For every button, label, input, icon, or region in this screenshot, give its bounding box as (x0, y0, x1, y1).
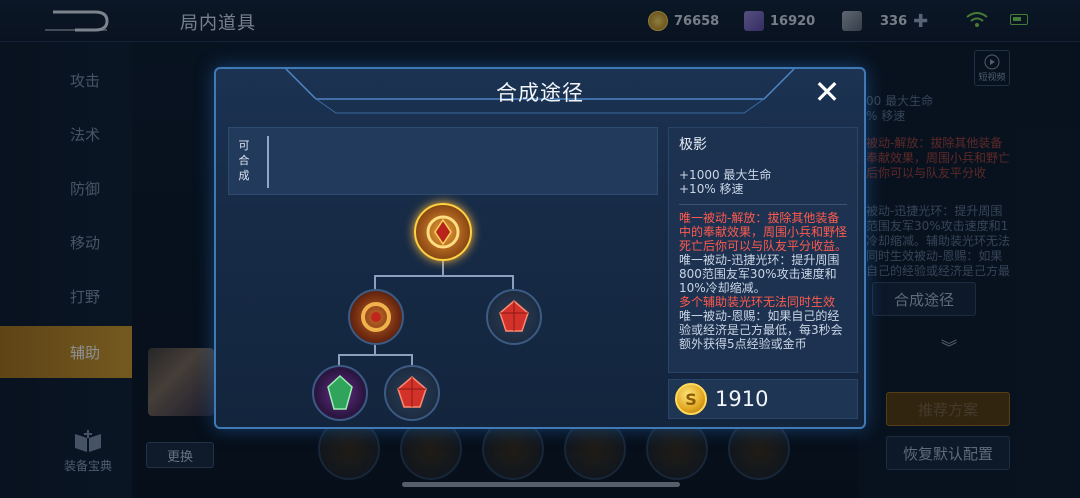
item-red-crystal-icon[interactable] (486, 289, 542, 345)
price-value: 1910 (715, 387, 769, 411)
item-gold-amulet-icon[interactable] (348, 289, 404, 345)
aura-note: 多个辅助装光环无法同时生效 (679, 295, 836, 309)
passive-aura: 唯一被动-迅捷光环：提升周围800范围友军30%攻击速度和10%冷却缩减。 (679, 253, 840, 295)
tree-connector (442, 259, 444, 275)
green-gem-icon (327, 374, 353, 410)
item-red-crystal-icon[interactable] (384, 365, 440, 421)
tree-connector (374, 275, 376, 289)
can-compose-box: 可合成 (228, 127, 658, 195)
gold-coin-icon: S (675, 383, 707, 415)
item-jiying-icon[interactable] (414, 203, 472, 261)
tree-connector (338, 354, 412, 356)
passive-grace: 唯一被动-恩赐：如果自己的经验或经济是己方最低，每3秒会额外获得5点经验或金币 (679, 309, 843, 351)
amulet-icon (426, 215, 460, 249)
screen: 局内道具 76658 16920 336 ✚ 攻击 法术 防御 移动 打野 辅助… (0, 0, 1080, 498)
item-name: 极影 (679, 137, 707, 153)
dialog-header: 合成途径 ✕ (216, 69, 864, 117)
passive-liberation: 唯一被动-解放：拔除其他装备中的奉献效果，周围小兵和野怪死亡后你可以与队友平分收… (679, 211, 848, 253)
item-stat: +10% 移速 (679, 182, 744, 196)
can-compose-label: 可合成 (238, 139, 250, 182)
recipe-dialog: 合成途径 ✕ 可合成 极影 +1000 最大生命 +10% 移速 唯一被动-解放… (214, 67, 866, 429)
red-crystal-icon (397, 376, 427, 408)
tree-connector (512, 275, 514, 289)
item-stat: +1000 最大生命 (679, 168, 772, 182)
price-box: S 1910 (668, 379, 858, 419)
item-green-gem-icon[interactable] (312, 365, 368, 421)
red-crystal-icon (499, 300, 529, 332)
item-detail-pane: 极影 +1000 最大生命 +10% 移速 唯一被动-解放：拔除其他装备中的奉献… (668, 127, 858, 373)
divider (267, 136, 269, 188)
divider (679, 204, 847, 205)
dialog-title: 合成途径 (496, 81, 584, 105)
ring-icon (361, 302, 391, 332)
recipe-tree (228, 199, 658, 427)
close-icon[interactable]: ✕ (810, 73, 844, 111)
tree-connector (374, 275, 512, 277)
